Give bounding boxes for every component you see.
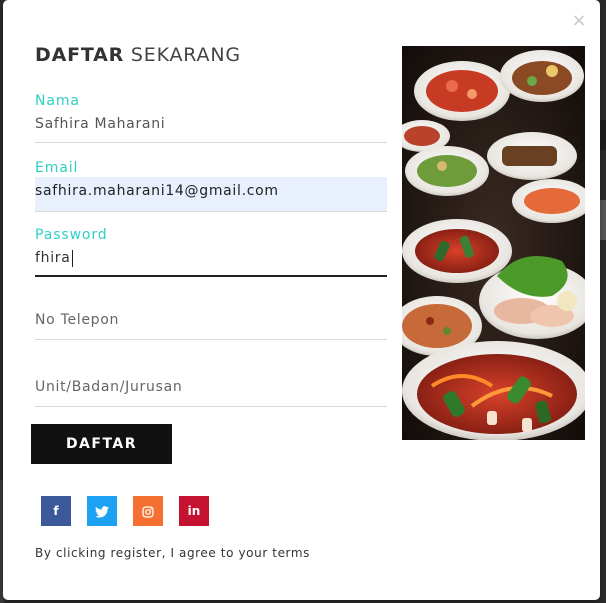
- daftar-button[interactable]: DAFTAR: [31, 424, 172, 464]
- nama-field-group: Nama Safhira Maharani: [35, 92, 387, 143]
- twitter-icon[interactable]: [87, 496, 117, 526]
- unit-field-group: Unit/Badan/Jurusan: [35, 370, 387, 407]
- title-bold: DAFTAR: [35, 44, 125, 66]
- password-field-group: Password fhira: [35, 226, 387, 277]
- password-input[interactable]: fhira: [35, 244, 387, 277]
- telepon-input[interactable]: No Telepon: [35, 303, 387, 340]
- backdrop-strip: [599, 120, 606, 150]
- instagram-icon[interactable]: [133, 496, 163, 526]
- facebook-icon[interactable]: f: [41, 496, 71, 526]
- backdrop-strip: [599, 200, 606, 240]
- nama-input[interactable]: Safhira Maharani: [35, 110, 387, 143]
- email-label: Email: [35, 160, 79, 176]
- email-field-group: Email safhira.maharani14@gmail.com: [35, 159, 387, 212]
- modal-title: DAFTAR SEKARANG: [35, 44, 241, 66]
- nama-label: Nama: [35, 93, 80, 109]
- linkedin-icon[interactable]: in: [179, 496, 209, 526]
- terms-text: By clicking register, I agree to your te…: [35, 546, 311, 560]
- password-value: fhira: [35, 250, 71, 266]
- telepon-field-group: No Telepon: [35, 303, 387, 340]
- register-modal: × DAFTAR SEKARANG Nama Safhira Maharani …: [3, 0, 600, 600]
- title-light: SEKARANG: [130, 44, 241, 66]
- food-photo: [402, 46, 585, 440]
- email-input[interactable]: safhira.maharani14@gmail.com: [35, 177, 387, 212]
- unit-input[interactable]: Unit/Badan/Jurusan: [35, 370, 387, 407]
- close-icon[interactable]: ×: [571, 12, 587, 30]
- text-caret: [71, 249, 73, 267]
- password-label: Password: [35, 227, 108, 243]
